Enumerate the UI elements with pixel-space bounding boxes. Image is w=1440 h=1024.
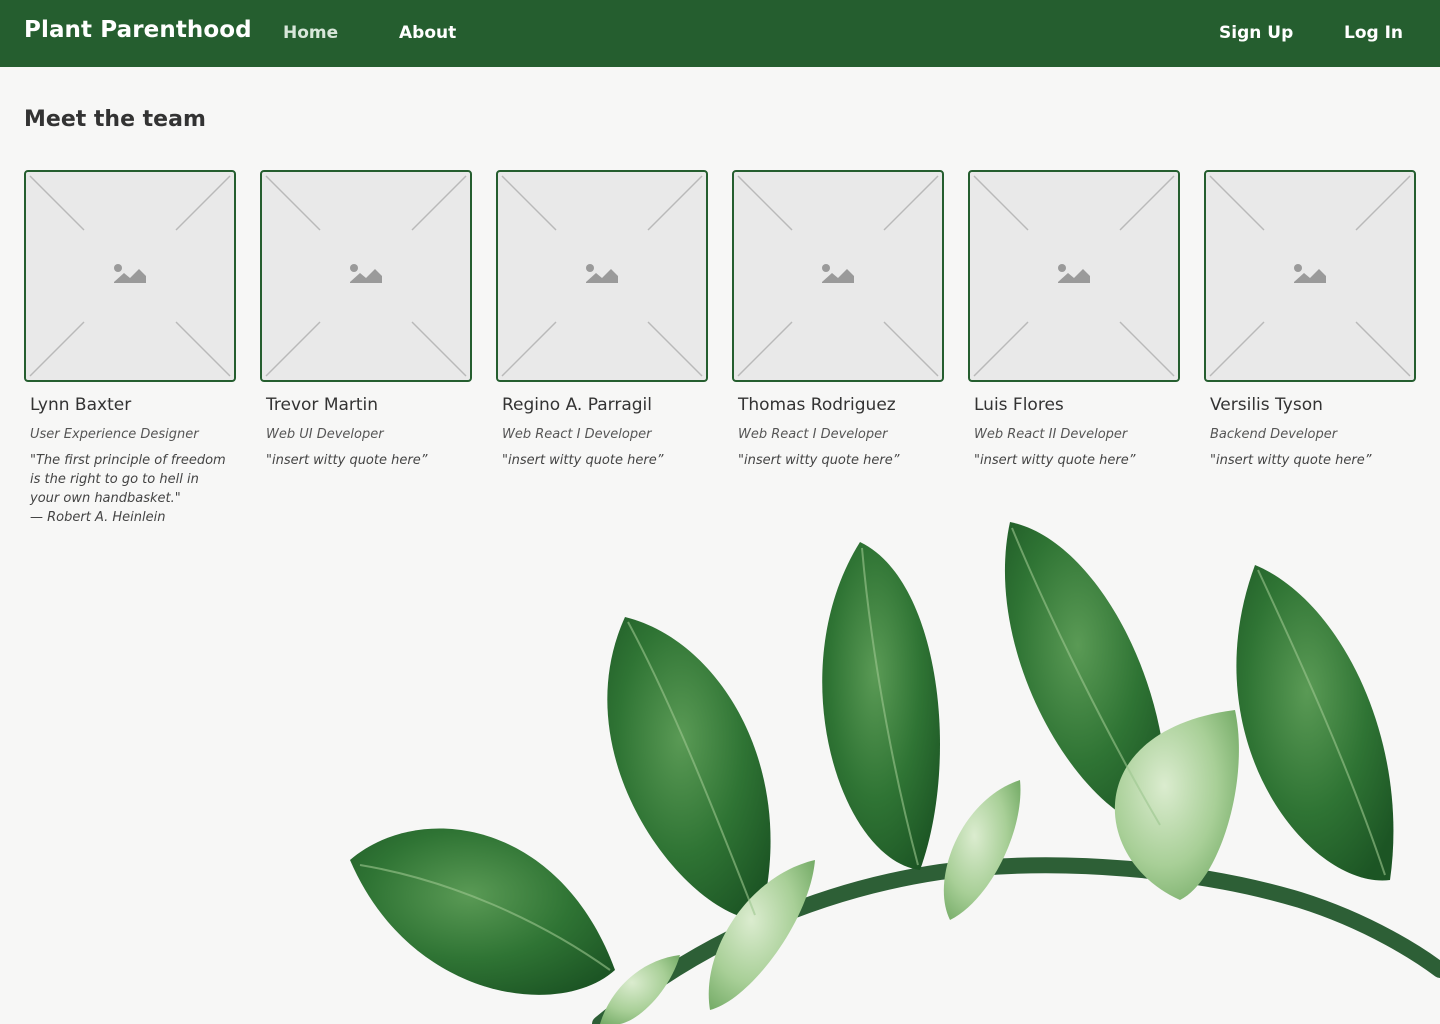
member-photo-placeholder (1204, 170, 1416, 382)
member-role: Web React II Developer (974, 427, 1128, 442)
member-photo-placeholder (260, 170, 472, 382)
member-name: Versilis Tyson (1210, 395, 1323, 415)
nav-link-home[interactable]: Home (283, 23, 338, 43)
nav-link-sign-up[interactable]: Sign Up (1219, 23, 1293, 43)
leaf-2 (607, 617, 771, 920)
team-grid: Lynn Baxter User Experience Designer "Th… (0, 170, 1440, 550)
leaf-1 (350, 828, 615, 995)
member-quote: "insert witty quote here” (974, 453, 1136, 468)
leaf-3 (822, 542, 940, 870)
member-quote: "insert witty quote here” (1210, 453, 1372, 468)
member-name: Lynn Baxter (30, 395, 132, 415)
member-quote: "insert witty quote here” (738, 453, 900, 468)
image-placeholder-icon (737, 175, 939, 377)
member-name: Trevor Martin (266, 395, 379, 415)
nav-link-about[interactable]: About (399, 23, 456, 43)
member-role: Web React I Developer (502, 427, 652, 442)
member-role: Web React I Developer (738, 427, 888, 442)
leaf-young-2 (943, 780, 1021, 920)
member-quote: "The first principle of freedom is the r… (30, 453, 226, 525)
member-photo-placeholder (732, 170, 944, 382)
member-quote: "insert witty quote here” (502, 453, 664, 468)
nav-link-log-in[interactable]: Log In (1344, 23, 1403, 43)
image-placeholder-icon (973, 175, 1175, 377)
member-name: Regino A. Parragil (502, 395, 652, 415)
image-placeholder-icon (501, 175, 703, 377)
member-role: Web UI Developer (266, 427, 384, 442)
member-photo-placeholder (496, 170, 708, 382)
member-role: User Experience Designer (30, 427, 199, 442)
member-photo-placeholder (968, 170, 1180, 382)
image-placeholder-icon (1209, 175, 1411, 377)
top-navbar: Plant Parenthood Home About Sign Up Log … (0, 0, 1440, 67)
member-role: Backend Developer (1210, 427, 1338, 442)
plant-leaves-illustration (350, 522, 1440, 1024)
member-name: Luis Flores (974, 395, 1064, 415)
page-title: Meet the team (24, 107, 206, 132)
brand-logo-link[interactable]: Plant Parenthood (24, 17, 252, 43)
member-photo-placeholder (24, 170, 236, 382)
image-placeholder-icon (265, 175, 467, 377)
member-quote: "insert witty quote here” (266, 453, 428, 468)
image-placeholder-icon (29, 175, 231, 377)
member-name: Thomas Rodriguez (738, 395, 896, 415)
